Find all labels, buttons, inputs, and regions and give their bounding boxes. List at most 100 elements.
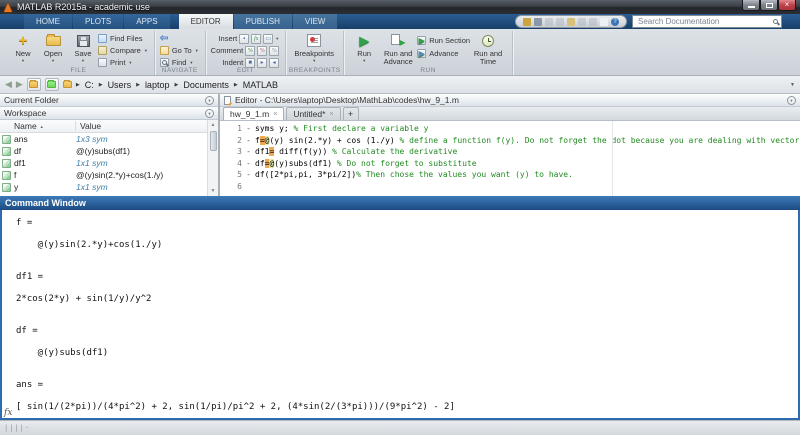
browse-for-folder-button[interactable] [45,78,59,91]
editor-header[interactable]: Editor - C:\Users\laptop\Desktop\MathLab… [220,94,800,107]
breakpoint-column[interactable]: - [242,123,255,135]
workspace-row[interactable]: f@(y)sin(2.*y)+cos(1./y) [0,169,207,181]
breakpoint-column[interactable]: - [242,169,255,181]
scroll-down-icon[interactable]: ▼ [211,186,216,196]
comment-icon[interactable]: % [245,46,255,56]
undo-icon[interactable] [578,18,586,26]
redo-icon[interactable] [589,18,597,26]
copy-icon[interactable] [556,18,564,26]
indent-right-icon[interactable]: ▸ [257,58,267,68]
function-hints-fx-button[interactable]: fx [4,408,12,418]
save-icon[interactable] [534,18,542,26]
save-button[interactable]: Save▼ [68,32,98,63]
workspace-header[interactable]: Workspace ▼ [0,107,218,120]
editor-menu-icon[interactable]: ▼ [787,96,796,105]
close-button[interactable]: × [778,0,796,11]
column-value[interactable]: Value [76,121,207,131]
ribbon-tab-publish[interactable]: PUBLISH [234,14,292,29]
run-section-icon: ▶ [417,36,426,45]
code-area[interactable]: 1-syms y; % First declare a variable y2-… [220,121,800,196]
breakpoint-column[interactable] [242,181,255,193]
switch-windows-icon[interactable] [600,18,608,26]
command-window-header[interactable]: Command Window [0,196,800,210]
workspace-row[interactable]: df11x1 sym [0,157,207,169]
line-number[interactable]: 2 [220,135,242,147]
tab-close-icon[interactable]: × [273,111,277,118]
breadcrumb-segment[interactable]: Users [108,80,132,90]
line-number[interactable]: 5 [220,169,242,181]
compare-button[interactable]: Compare▼ [98,45,148,56]
command-window[interactable]: f = @(y)sin(2.*y)+cos(1./y) df1 = 2*cos(… [0,210,800,420]
breakpoint-column[interactable]: - [242,146,255,158]
insert-section-icon[interactable]: ▪ [239,34,249,44]
new-button[interactable]: + New▼ [8,32,38,63]
history-forward-icon[interactable]: ▶ [16,80,23,89]
line-number[interactable]: 4 [220,158,242,170]
run-and-advance-button[interactable]: ▶ Run and Advance [379,32,417,66]
up-one-level-button[interactable] [27,78,41,91]
ribbon-tab-apps[interactable]: APPS [124,14,169,29]
line-number[interactable]: 3 [220,146,242,158]
workspace-scrollbar[interactable]: ▲ ▼ [207,120,218,196]
editor-tab-bar: hw_9_1.m×Untitled*×+ [220,107,800,121]
help-icon[interactable]: ? [611,18,619,26]
scroll-up-icon[interactable]: ▲ [211,120,216,130]
run-section-button[interactable]: ▶ Run Section [417,35,470,46]
smart-indent-icon[interactable]: ■ [245,58,255,68]
breadcrumb-segment[interactable]: MATLAB [243,80,278,90]
wrap-comments-icon[interactable]: % [269,46,279,56]
uncomment-icon[interactable]: % [257,46,267,56]
breakpoints-button[interactable]: Breakpoints▼ [291,32,337,63]
breadcrumb-segment[interactable]: C: [85,80,94,90]
edit-group-label: EDIT [206,67,286,74]
minimize-button[interactable] [742,0,760,11]
workspace-menu-icon[interactable]: ▼ [205,109,214,118]
insert-fx-icon[interactable]: fx [251,34,261,44]
column-name[interactable]: Name ▲ [0,121,76,131]
open-button[interactable]: Open▼ [38,32,68,63]
tab-close-icon[interactable]: × [329,111,333,118]
workspace-row[interactable]: df@(y)subs(df1) [0,145,207,157]
goto-button[interactable]: Go To▼ [160,45,199,56]
line-number[interactable]: 6 [220,181,242,193]
ribbon-tab-plots[interactable]: PLOTS [73,14,123,29]
ribbon-tab-view[interactable]: VIEW [293,14,337,29]
new-tab-button[interactable]: + [343,107,359,120]
status-bar: ||||· [0,420,800,435]
ribbon-tab-home[interactable]: HOME [24,14,72,29]
paste-icon[interactable] [567,18,575,26]
current-folder-header[interactable]: Current Folder ▼ [0,94,218,107]
breadcrumb-segment[interactable]: laptop [145,80,170,90]
workspace-row[interactable]: y1x1 sym [0,181,207,193]
advance-button[interactable]: ▶ Advance [417,48,470,59]
new-script-icon[interactable] [523,18,531,26]
workspace-row[interactable]: ans1x3 sym [0,133,207,145]
back-button[interactable]: ⇦ [160,33,199,44]
find-files-button[interactable]: Find Files [98,33,148,44]
editor-tab-hw_9_1-m[interactable]: hw_9_1.m× [223,107,284,120]
current-folder-menu-icon[interactable]: ▼ [205,96,214,105]
run-button[interactable]: ▶ Run▼ [349,32,379,63]
indent-left-icon[interactable]: ◂ [269,58,279,68]
sym-variable-icon [2,183,11,192]
search-documentation-input[interactable] [636,16,773,27]
maximize-button[interactable] [760,0,778,11]
ribbon-tab-editor[interactable]: EDITOR [179,14,233,29]
run-and-time-button[interactable]: Run and Time [470,32,506,66]
breakpoint-column[interactable]: - [242,158,255,170]
advance-icon: ▶ [417,49,426,58]
history-back-icon[interactable]: ◀ [5,80,12,89]
breakpoint-column[interactable]: - [242,135,255,147]
editor-tab-untitled-[interactable]: Untitled*× [286,107,340,120]
breadcrumb-segment[interactable]: Documents [183,80,229,90]
quick-access-toolbar: ? [515,15,627,28]
search-icon[interactable] [773,19,778,24]
open-folder-icon [46,36,61,46]
cut-icon[interactable] [545,18,553,26]
resize-grip-icon: ||||· [4,424,30,432]
insert-image-icon[interactable]: ▭ [263,34,273,44]
scrollbar-thumb[interactable] [210,131,217,151]
address-dropdown-icon[interactable]: ▼ [790,82,795,88]
sym-variable-icon [2,159,11,168]
line-number[interactable]: 1 [220,123,242,135]
